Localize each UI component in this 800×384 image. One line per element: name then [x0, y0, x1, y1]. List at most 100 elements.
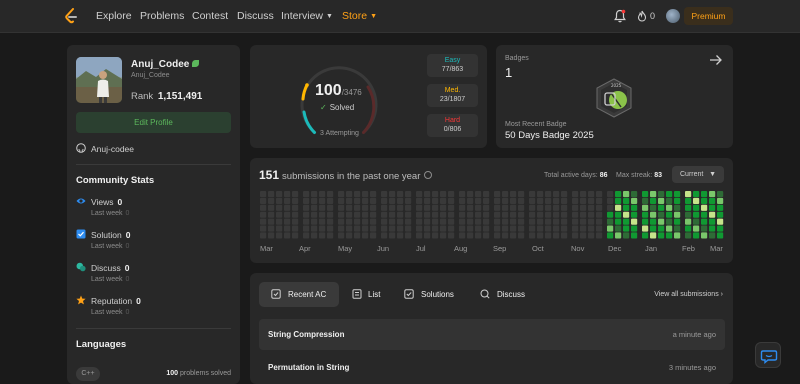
heatmap-cell[interactable]: [311, 197, 318, 204]
heatmap-cell[interactable]: [510, 218, 517, 225]
heatmap-cell[interactable]: [432, 204, 439, 211]
heatmap-cell[interactable]: [260, 197, 267, 204]
heatmap-cell[interactable]: [588, 197, 595, 204]
heatmap-cell[interactable]: [709, 191, 716, 198]
heatmap-cell[interactable]: [440, 211, 447, 218]
heatmap-cell[interactable]: [537, 204, 544, 211]
heatmap-cell[interactable]: [623, 232, 630, 239]
heatmap-cell[interactable]: [658, 225, 665, 232]
heatmap-cell[interactable]: [717, 191, 724, 198]
heatmap-cell[interactable]: [666, 225, 673, 232]
heatmap-cell[interactable]: [459, 225, 466, 232]
heatmap-cell[interactable]: [561, 218, 568, 225]
heatmap-cell[interactable]: [362, 191, 369, 198]
heatmap-cell[interactable]: [572, 197, 579, 204]
heatmap-cell[interactable]: [459, 232, 466, 239]
heatmap-cell[interactable]: [354, 197, 361, 204]
heatmap-cell[interactable]: [424, 225, 431, 232]
heatmap-cell[interactable]: [615, 197, 622, 204]
heatmap-cell[interactable]: [518, 204, 525, 211]
heatmap-cell[interactable]: [354, 204, 361, 211]
heatmap-cell[interactable]: [588, 204, 595, 211]
heatmap-cell[interactable]: [631, 225, 638, 232]
heatmap-cell[interactable]: [292, 204, 299, 211]
heatmap-cell[interactable]: [596, 191, 603, 198]
heatmap-cell[interactable]: [529, 218, 536, 225]
heatmap-cell[interactable]: [666, 218, 673, 225]
heatmap-cell[interactable]: [607, 197, 614, 204]
heatmap-cell[interactable]: [432, 197, 439, 204]
heatmap-cell[interactable]: [284, 211, 291, 218]
nav-discuss[interactable]: Discuss: [237, 10, 274, 22]
heatmap-cell[interactable]: [354, 225, 361, 232]
info-icon[interactable]: [424, 171, 433, 179]
heatmap-cell[interactable]: [303, 218, 310, 225]
heatmap-cell[interactable]: [545, 218, 552, 225]
heatmap-cell[interactable]: [580, 197, 587, 204]
heatmap-cell[interactable]: [338, 232, 345, 239]
heatmap-cell[interactable]: [588, 232, 595, 239]
heatmap-cell[interactable]: [553, 191, 560, 198]
heatmap-cell[interactable]: [717, 204, 724, 211]
heatmap-cell[interactable]: [502, 225, 509, 232]
heatmap-cell[interactable]: [260, 232, 267, 239]
heatmap-cell[interactable]: [674, 211, 681, 218]
heatmap-cell[interactable]: [666, 197, 673, 204]
heatmap-cell[interactable]: [483, 232, 490, 239]
heatmap-cell[interactable]: [545, 197, 552, 204]
heatmap-cell[interactable]: [642, 197, 649, 204]
heatmap-cell[interactable]: [537, 211, 544, 218]
heatmap-cell[interactable]: [362, 218, 369, 225]
heatmap-cell[interactable]: [580, 225, 587, 232]
heatmap-cell[interactable]: [596, 225, 603, 232]
heatmap-cell[interactable]: [284, 218, 291, 225]
heatmap-cell[interactable]: [397, 197, 404, 204]
heatmap-cell[interactable]: [658, 197, 665, 204]
heatmap-cell[interactable]: [615, 211, 622, 218]
heatmap-cell[interactable]: [642, 191, 649, 198]
heatmap-cell[interactable]: [475, 225, 482, 232]
heatmap-cell[interactable]: [440, 232, 447, 239]
heatmap-cell[interactable]: [674, 225, 681, 232]
heatmap-cell[interactable]: [510, 211, 517, 218]
heatmap-cell[interactable]: [303, 232, 310, 239]
heatmap-cell[interactable]: [607, 218, 614, 225]
heatmap-cell[interactable]: [685, 218, 692, 225]
heatmap-cell[interactable]: [338, 225, 345, 232]
heatmap-cell[interactable]: [529, 191, 536, 198]
heatmap-cell[interactable]: [467, 225, 474, 232]
heatmap-cell[interactable]: [370, 204, 377, 211]
heatmap-cell[interactable]: [276, 211, 283, 218]
heatmap-cell[interactable]: [561, 191, 568, 198]
heatmap-cell[interactable]: [381, 191, 388, 198]
heatmap-cell[interactable]: [615, 232, 622, 239]
heatmap-cell[interactable]: [319, 191, 326, 198]
heatmap-cell[interactable]: [631, 197, 638, 204]
heatmap-cell[interactable]: [623, 225, 630, 232]
heatmap-cell[interactable]: [483, 211, 490, 218]
heatmap-cell[interactable]: [354, 191, 361, 198]
heatmap-cell[interactable]: [292, 218, 299, 225]
heatmap-cell[interactable]: [276, 204, 283, 211]
heatmap-cell[interactable]: [467, 197, 474, 204]
tab-solutions[interactable]: Solutions: [400, 282, 462, 307]
heatmap-cell[interactable]: [303, 211, 310, 218]
heatmap-cell[interactable]: [381, 197, 388, 204]
heatmap-cell[interactable]: [607, 232, 614, 239]
heatmap-cell[interactable]: [381, 204, 388, 211]
heatmap-cell[interactable]: [260, 191, 267, 198]
heatmap-cell[interactable]: [623, 211, 630, 218]
heatmap-cell[interactable]: [545, 211, 552, 218]
heatmap-cell[interactable]: [685, 211, 692, 218]
heatmap-cell[interactable]: [346, 211, 353, 218]
submission-row[interactable]: String Compression a minute ago: [259, 319, 725, 350]
heatmap-cell[interactable]: [292, 232, 299, 239]
heatmap-cell[interactable]: [510, 225, 517, 232]
heatmap-cell[interactable]: [432, 218, 439, 225]
heatmap-cell[interactable]: [545, 225, 552, 232]
heatmap-cell[interactable]: [432, 211, 439, 218]
heatmap-cell[interactable]: [354, 211, 361, 218]
heatmap-cell[interactable]: [424, 197, 431, 204]
heatmap-cell[interactable]: [483, 218, 490, 225]
heatmap-cell[interactable]: [389, 225, 396, 232]
